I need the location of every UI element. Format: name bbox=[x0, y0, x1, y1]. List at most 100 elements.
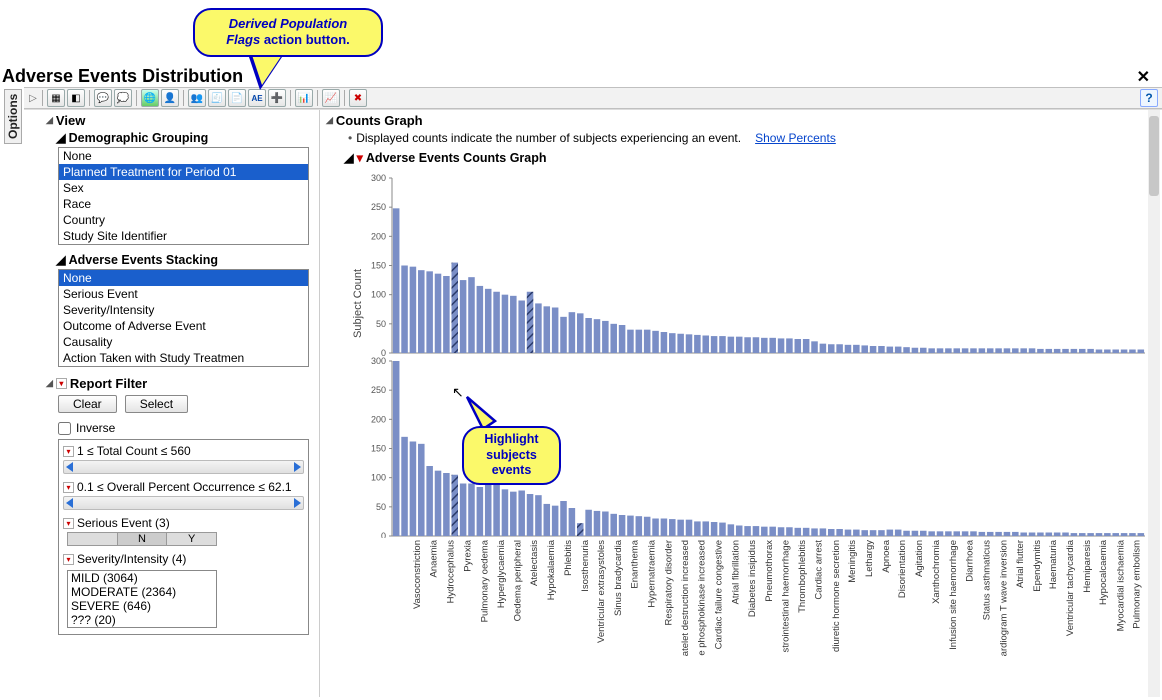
x-axis-category: Thrombophlebitis bbox=[797, 540, 808, 613]
svg-text:150: 150 bbox=[371, 261, 386, 271]
x-axis-category: Lethargy bbox=[864, 540, 875, 577]
disclose-icon[interactable]: ◢ bbox=[344, 150, 354, 165]
filter-label: Severity/Intensity (4) bbox=[77, 552, 186, 566]
hotspot-icon[interactable]: ▾ bbox=[63, 518, 74, 529]
x-axis-category: Haematuria bbox=[1048, 540, 1059, 589]
x-axis-category: Cardiac arrest bbox=[814, 540, 825, 600]
x-axis-category: Hypernatraemia bbox=[646, 540, 657, 608]
help-button[interactable]: ? bbox=[1140, 89, 1158, 107]
svg-text:200: 200 bbox=[371, 414, 386, 424]
demographic-grouping-item[interactable]: Sex bbox=[59, 180, 308, 196]
comment-icon[interactable]: 💬 bbox=[94, 89, 112, 107]
x-axis-category: Pulmonary oedema bbox=[479, 540, 490, 622]
comment2-icon[interactable]: 💭 bbox=[114, 89, 132, 107]
ae-stacking-item[interactable]: Severity/Intensity bbox=[59, 302, 308, 318]
disclose-icon[interactable]: ◢ bbox=[326, 115, 333, 126]
people-icon[interactable]: 👥 bbox=[188, 89, 206, 107]
x-axis-category: e phosphokinase increased bbox=[697, 540, 708, 656]
svg-text:100: 100 bbox=[371, 473, 386, 483]
show-percents-link[interactable]: Show Percents bbox=[755, 131, 836, 145]
form-icon[interactable]: 📄 bbox=[228, 89, 246, 107]
page-title: Adverse Events Distribution bbox=[2, 66, 243, 87]
ae-stacking-item[interactable]: Causality bbox=[59, 334, 308, 350]
grid-icon[interactable]: ▦ bbox=[47, 89, 65, 107]
add-icon[interactable]: ➕ bbox=[268, 89, 286, 107]
globe-icon[interactable]: 🌐 bbox=[141, 89, 159, 107]
range-slider[interactable] bbox=[63, 496, 304, 510]
scrollbar[interactable] bbox=[1148, 110, 1160, 697]
disclose-icon[interactable]: ◢ bbox=[56, 130, 66, 145]
x-axis-category: Diarrhoea bbox=[964, 540, 975, 582]
disclose-icon[interactable]: ◢ bbox=[56, 252, 66, 267]
x-axis-category: Atrial fibrillation bbox=[730, 540, 741, 604]
toolbar-disclosure-icon[interactable]: ▷ bbox=[28, 93, 38, 104]
database-icon[interactable]: ◧ bbox=[67, 89, 85, 107]
hotspot-icon[interactable]: ▾ bbox=[357, 150, 363, 165]
disclose-icon[interactable]: ◢ bbox=[46, 115, 53, 126]
range-slider[interactable] bbox=[63, 460, 304, 474]
demographic-grouping-item[interactable]: Race bbox=[59, 196, 308, 212]
demographic-grouping-list[interactable]: NonePlanned Treatment for Period 01SexRa… bbox=[58, 147, 309, 245]
x-axis-category: ardiogram T wave inversion bbox=[998, 540, 1009, 656]
delete-icon[interactable]: ✖ bbox=[349, 89, 367, 107]
ae-stacking-item[interactable]: Action Taken with Study Treatmen bbox=[59, 350, 308, 366]
filter-label: Serious Event (3) bbox=[77, 516, 170, 530]
ae-stacking-item[interactable]: Outcome of Adverse Event bbox=[59, 318, 308, 334]
x-axis-category: Pneumothorax bbox=[764, 540, 775, 602]
hotspot-icon[interactable]: ▾ bbox=[63, 482, 74, 493]
x-axis-category: Pyrexia bbox=[462, 540, 473, 572]
demographic-grouping-item[interactable]: None bbox=[59, 148, 308, 164]
x-axis-category: Hypokalaemia bbox=[546, 540, 557, 600]
demographic-grouping-item[interactable]: Country bbox=[59, 212, 308, 228]
clear-button[interactable]: Clear bbox=[58, 395, 117, 413]
person-icon[interactable]: 👤 bbox=[161, 89, 179, 107]
hotspot-icon[interactable]: ▾ bbox=[56, 378, 67, 389]
ae-stacking-item[interactable]: Serious Event bbox=[59, 286, 308, 302]
x-axis-category: Hyperglycaemia bbox=[496, 540, 507, 608]
hotspot-icon[interactable]: ▾ bbox=[63, 554, 74, 565]
x-axis-category: atelet destruction increased bbox=[680, 540, 691, 656]
x-axis-category: strointestinal haemorrhage bbox=[780, 540, 791, 652]
ae-icon[interactable]: AE bbox=[248, 89, 266, 107]
serious-event-toggle[interactable]: NY bbox=[67, 532, 217, 546]
x-axis-category: Sinus bradycardia bbox=[613, 540, 624, 616]
x-axis-category: Hypocalcaemia bbox=[1098, 540, 1109, 605]
x-axis-category: Apnoea bbox=[881, 540, 892, 573]
ae-stacking-title: Adverse Events Stacking bbox=[69, 253, 218, 267]
ae-stacking-list[interactable]: NoneSerious EventSeverity/IntensityOutco… bbox=[58, 269, 309, 367]
ae-stacking-item[interactable]: None bbox=[59, 270, 308, 286]
demographic-grouping-item[interactable]: Study Site Identifier bbox=[59, 228, 308, 244]
bar-chart2-icon[interactable]: 📈 bbox=[322, 89, 340, 107]
x-axis-category: Disorientation bbox=[897, 540, 908, 598]
bar-chart-icon[interactable]: 📊 bbox=[295, 89, 313, 107]
x-axis-category: Ventricular tachycardia bbox=[1065, 540, 1076, 636]
inverse-checkbox[interactable] bbox=[58, 422, 71, 435]
svg-text:50: 50 bbox=[376, 319, 386, 329]
x-axis-category: Myocardial ischaemia bbox=[1115, 540, 1126, 631]
options-panel-toggle[interactable]: Options bbox=[4, 89, 22, 144]
severity-list[interactable]: MILD (3064)MODERATE (2364)SEVERE (646)??… bbox=[67, 570, 217, 628]
pdf-icon[interactable]: 🧾 bbox=[208, 89, 226, 107]
x-axis-category: Status asthmaticus bbox=[981, 540, 992, 620]
x-axis-category: diuretic hormone secretion bbox=[831, 540, 842, 652]
demographic-grouping-item[interactable]: Planned Treatment for Period 01 bbox=[59, 164, 308, 180]
toolbar: ▷ ▦ ◧ 💬 💭 🌐 👤 👥 🧾 📄 AE ➕ 📊 📈 ✖ ? bbox=[24, 87, 1162, 109]
svg-text:100: 100 bbox=[371, 290, 386, 300]
ae-counts-graph-title: Adverse Events Counts Graph bbox=[366, 151, 547, 165]
x-axis-category: Respiratory disorder bbox=[663, 540, 674, 626]
x-axis-category: Meningitis bbox=[847, 540, 858, 583]
hotspot-icon[interactable]: ▾ bbox=[63, 446, 74, 457]
close-button[interactable]: ✕ bbox=[1133, 67, 1154, 87]
svg-text:200: 200 bbox=[371, 231, 386, 241]
x-axis-category: Ependymitis bbox=[1031, 540, 1042, 592]
svg-text:250: 250 bbox=[371, 385, 386, 395]
x-axis-category: Agitation bbox=[914, 540, 925, 577]
inverse-label: Inverse bbox=[76, 421, 115, 435]
x-axis-category: Isosthenuria bbox=[580, 540, 591, 592]
filter-label: 0.1 ≤ Overall Percent Occurrence ≤ 62.1 bbox=[77, 480, 292, 494]
disclose-icon[interactable]: ◢ bbox=[46, 378, 53, 389]
callout-pointer bbox=[248, 54, 284, 90]
x-axis-category: Ventricular extrasystoles bbox=[596, 540, 607, 643]
demographic-grouping-title: Demographic Grouping bbox=[69, 131, 209, 145]
select-button[interactable]: Select bbox=[125, 395, 188, 413]
